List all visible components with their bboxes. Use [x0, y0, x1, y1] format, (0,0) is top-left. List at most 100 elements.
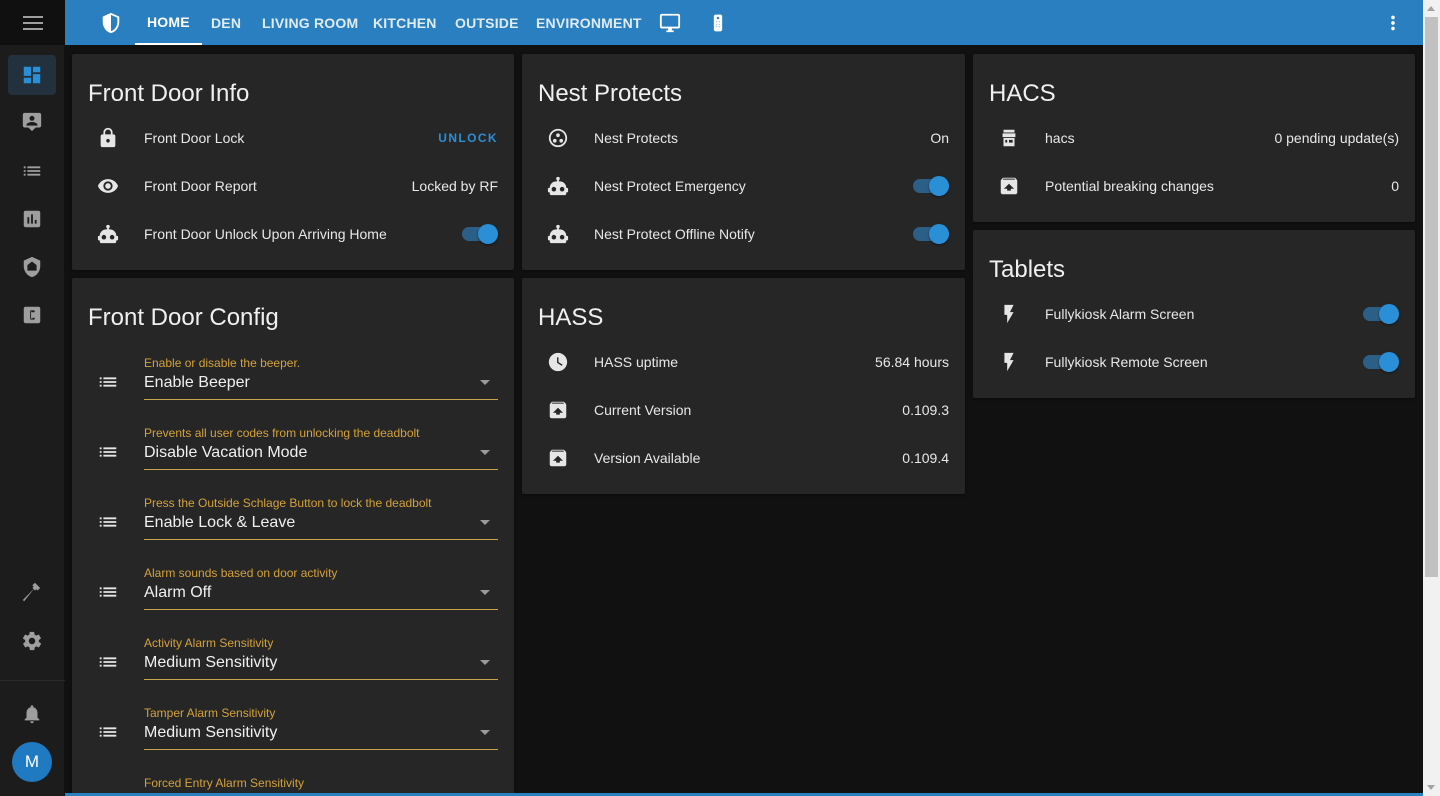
entity-state: 0 — [1391, 178, 1399, 194]
entity-name: Front Door Unlock Upon Arriving Home — [144, 226, 387, 242]
entity-row-nest-protects[interactable]: Nest Protects On — [538, 118, 949, 158]
select-tamper-sensitivity[interactable]: Tamper Alarm Sensitivity Medium Sensitiv… — [88, 704, 498, 764]
format-list-icon — [88, 502, 128, 542]
select-lock-and-leave[interactable]: Press the Outside Schlage Button to lock… — [88, 494, 498, 554]
tab-living-room[interactable]: LIVING ROOM — [262, 0, 358, 45]
scroll-thumb[interactable] — [1425, 17, 1438, 577]
entity-row-fullykiosk-remote-screen[interactable]: Fullykiosk Remote Screen — [989, 342, 1399, 382]
entity-name: Nest Protect Emergency — [594, 178, 746, 194]
format-list-icon — [88, 572, 128, 612]
sidebar-item-map[interactable] — [8, 102, 56, 142]
entity-row-fullykiosk-alarm-screen[interactable]: Fullykiosk Alarm Screen — [989, 294, 1399, 334]
format-list-icon — [88, 362, 128, 402]
format-list-icon — [88, 432, 128, 472]
more-vert-icon — [1391, 15, 1395, 30]
toggle-switch[interactable] — [913, 223, 949, 245]
toggle-switch[interactable] — [913, 175, 949, 197]
sidebar-divider — [0, 680, 65, 681]
tab-icon-monitor[interactable] — [658, 0, 682, 45]
entity-row-front-door-lock[interactable]: Front Door Lock UNLOCK — [88, 118, 498, 158]
sidebar-item-logbook[interactable] — [8, 151, 56, 191]
tab-environment[interactable]: ENVIRONMENT — [536, 0, 642, 45]
select-field[interactable]: Prevents all user codes from unlocking t… — [144, 424, 498, 470]
card-title: Nest Protects — [538, 80, 683, 107]
sidebar-item-hacs[interactable] — [8, 247, 56, 287]
card-title: Tablets — [989, 256, 1066, 283]
sidebar-item-overview[interactable] — [8, 55, 56, 95]
tab-icon-remote[interactable] — [706, 0, 730, 45]
sidebar-item-settings[interactable] — [8, 621, 56, 661]
card-front-door-info: Front Door Info Front Door Lock UNLOCK F… — [72, 54, 514, 270]
entity-row-nest-protect-offline[interactable]: Nest Protect Offline Notify — [538, 214, 949, 254]
card-hacs: HACS hacs 0 pending update(s) Potential … — [973, 54, 1415, 222]
avatar-initial: M — [24, 752, 40, 771]
select-value: Medium Sensitivity — [144, 724, 278, 741]
card-front-door-config: Front Door Config Enable or disable the … — [72, 278, 514, 796]
hacs-icon — [989, 118, 1029, 158]
tab-home[interactable]: HOME — [135, 0, 202, 45]
toggle-switch[interactable] — [1363, 351, 1399, 373]
sidebar-item-notifications[interactable] — [8, 694, 56, 734]
tab-den[interactable]: DEN — [211, 0, 241, 45]
select-field[interactable]: Tamper Alarm Sensitivity Medium Sensitiv… — [144, 704, 498, 750]
select-field[interactable]: Enable or disable the beeper. Enable Bee… — [144, 354, 498, 400]
page-scrollbar[interactable] — [1423, 0, 1440, 796]
entity-row-hass-uptime[interactable]: HASS uptime 56.84 hours — [538, 342, 949, 382]
entity-row-version-available[interactable]: Version Available 0.109.4 — [538, 438, 949, 478]
entity-state: 0.109.4 — [902, 450, 949, 466]
entity-state: 0 pending update(s) — [1274, 130, 1399, 146]
robot-icon — [538, 214, 578, 254]
entity-name: Front Door Lock — [144, 130, 245, 146]
tab-outside[interactable]: OUTSIDE — [455, 0, 519, 45]
select-label: Tamper Alarm Sensitivity — [144, 706, 276, 720]
entity-name: HASS uptime — [594, 354, 679, 370]
entity-row-hacs[interactable]: hacs 0 pending update(s) — [989, 118, 1399, 158]
entity-name: Fullykiosk Remote Screen — [1045, 354, 1208, 370]
select-field[interactable]: Activity Alarm Sensitivity Medium Sensit… — [144, 634, 498, 680]
remote-icon — [713, 14, 723, 31]
entity-state: On — [930, 130, 949, 146]
sidebar-item-custom[interactable] — [8, 295, 56, 335]
entity-row-front-door-report[interactable]: Front Door Report Locked by RF — [88, 166, 498, 206]
scroll-up-arrow-icon[interactable] — [1427, 6, 1435, 11]
card-title: HACS — [989, 80, 1056, 107]
entity-row-nest-protect-emergency[interactable]: Nest Protect Emergency — [538, 166, 949, 206]
menu-icon — [22, 15, 43, 30]
notifications-icon — [24, 705, 40, 724]
scroll-down-arrow-icon[interactable] — [1427, 785, 1435, 790]
settings-icon — [22, 631, 42, 651]
avatar[interactable]: M — [12, 742, 52, 782]
entity-name: Front Door Report — [144, 178, 257, 194]
select-activity-sensitivity[interactable]: Activity Alarm Sensitivity Medium Sensit… — [88, 634, 498, 694]
toggle-switch[interactable] — [1363, 303, 1399, 325]
entity-row-potential-breaking-changes[interactable]: Potential breaking changes 0 — [989, 166, 1399, 206]
entity-name: Nest Protects — [594, 130, 679, 146]
select-label: Activity Alarm Sensitivity — [144, 636, 274, 650]
tab-icon-shield[interactable] — [99, 0, 123, 45]
entity-row-current-version[interactable]: Current Version 0.109.3 — [538, 390, 949, 430]
entity-state: 0.109.3 — [902, 402, 949, 418]
clock-icon — [538, 342, 578, 382]
sidebar-item-history[interactable] — [8, 199, 56, 239]
entity-state: Locked by RF — [411, 178, 498, 194]
select-field[interactable]: Press the Outside Schlage Button to lock… — [144, 494, 498, 540]
select-label: Forced Entry Alarm Sensitivity — [144, 776, 305, 790]
select-label: Enable or disable the beeper. — [144, 356, 301, 370]
select-label: Prevents all user codes from unlocking t… — [144, 426, 420, 440]
overview-icon — [23, 66, 41, 84]
menu-button[interactable] — [0, 0, 65, 45]
more-options-button[interactable] — [1381, 0, 1405, 45]
select-field[interactable]: Alarm sounds based on door activity Alar… — [144, 564, 498, 610]
dropdown-arrow-icon — [480, 660, 490, 665]
entity-row-front-door-unlock-arriving[interactable]: Front Door Unlock Upon Arriving Home — [88, 214, 498, 254]
tab-kitchen[interactable]: KITCHEN — [373, 0, 437, 45]
select-alarm-mode[interactable]: Alarm sounds based on door activity Alar… — [88, 564, 498, 624]
lock-icon — [88, 118, 128, 158]
toggle-switch[interactable] — [462, 223, 498, 245]
unlock-button[interactable]: UNLOCK — [438, 131, 498, 145]
select-enable-beeper[interactable]: Enable or disable the beeper. Enable Bee… — [88, 354, 498, 414]
custom-c-icon — [23, 306, 41, 324]
sidebar-item-developer-tools[interactable] — [8, 573, 56, 613]
package-up-icon — [538, 438, 578, 478]
select-vacation-mode[interactable]: Prevents all user codes from unlocking t… — [88, 424, 498, 484]
